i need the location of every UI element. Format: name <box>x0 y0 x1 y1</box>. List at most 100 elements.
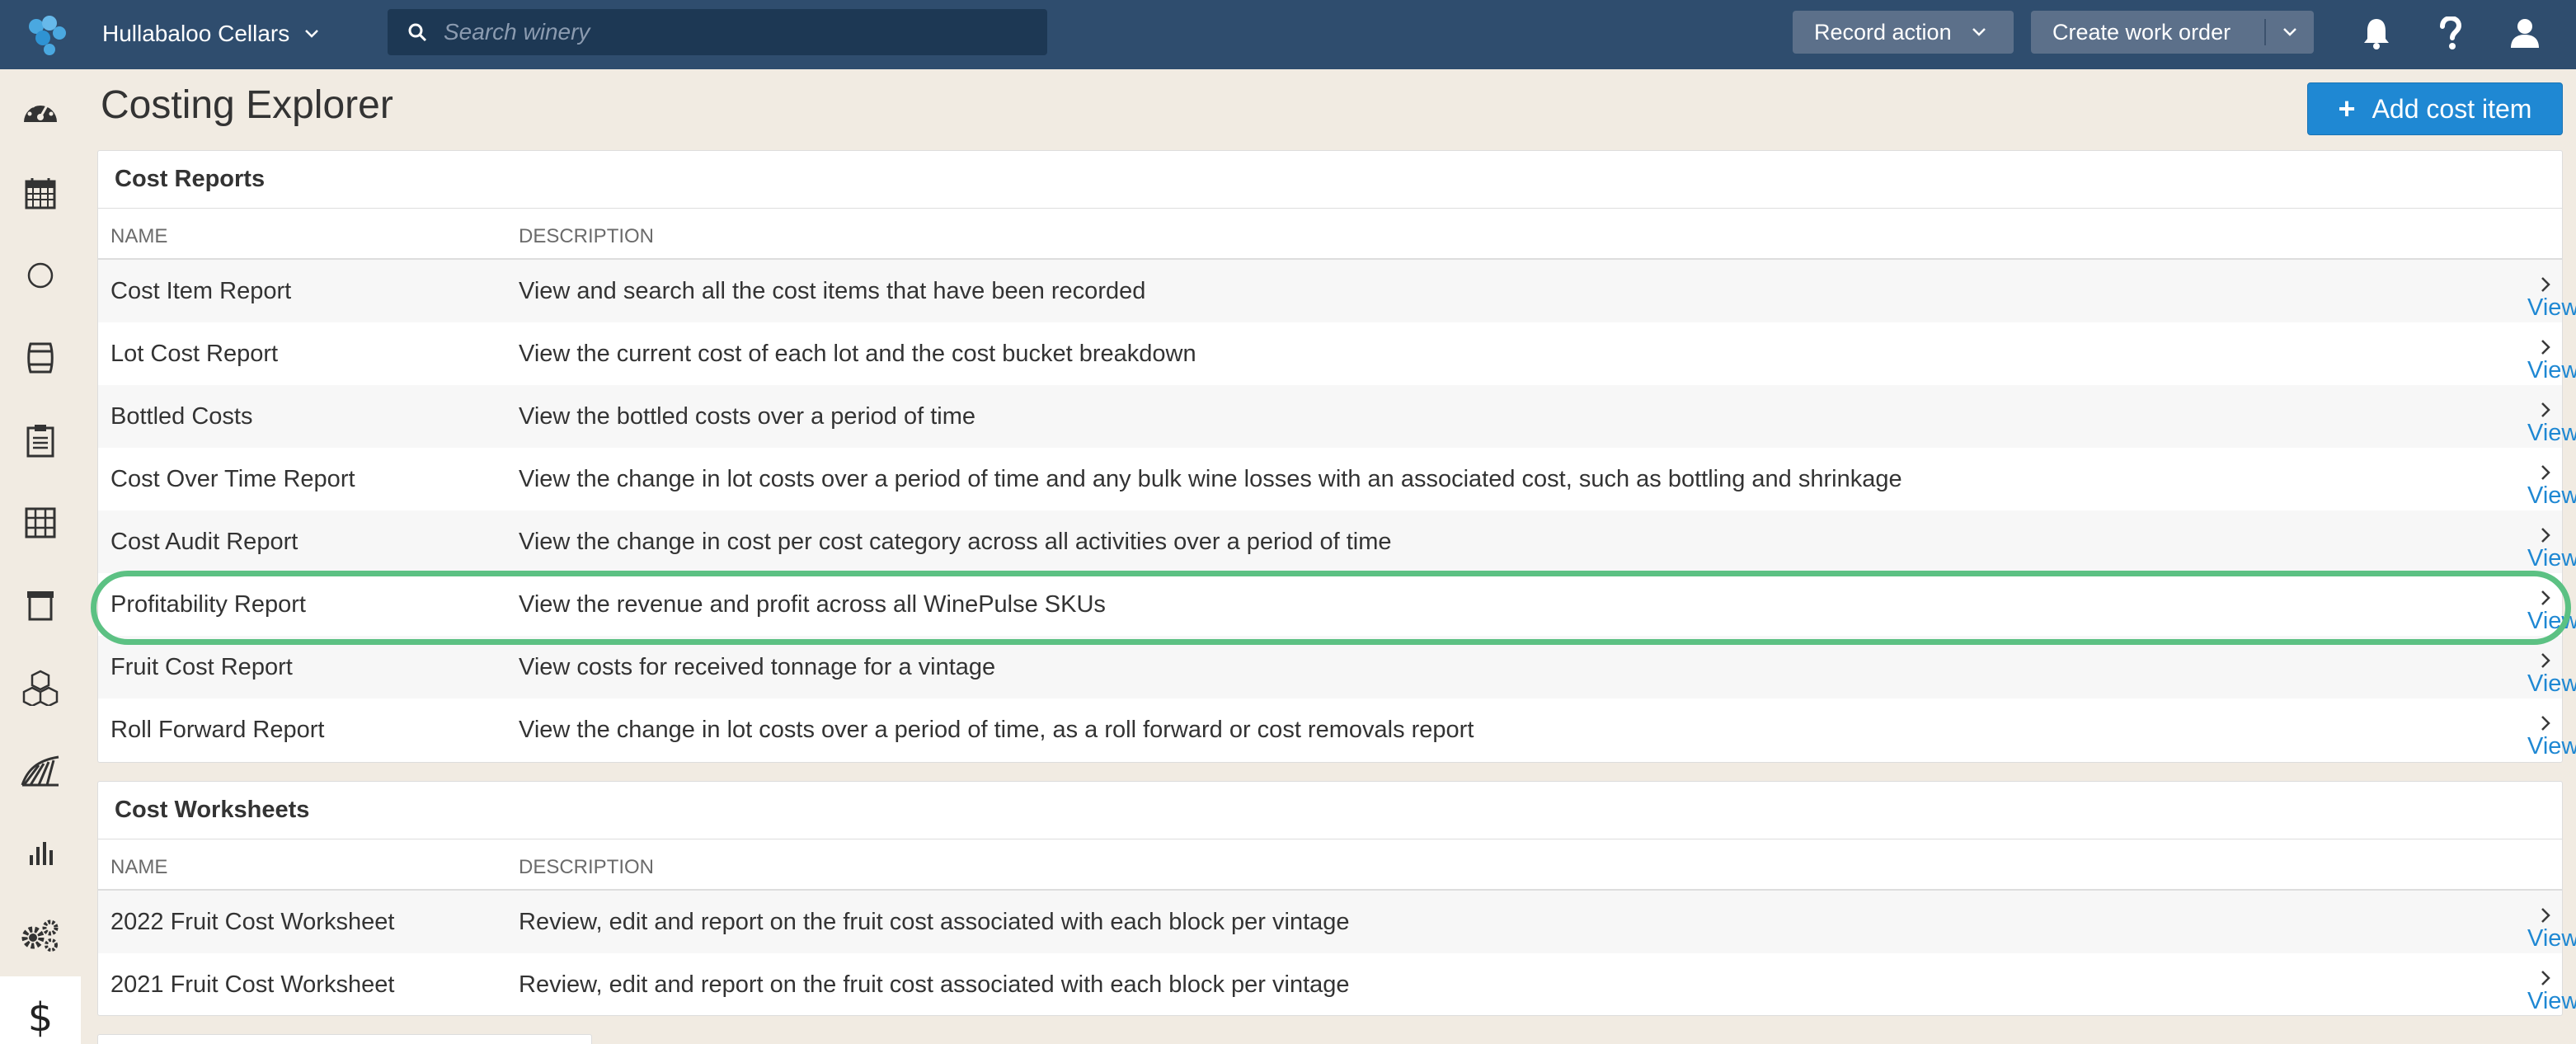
row-description: View the change in lot costs over a peri… <box>519 717 1474 743</box>
search-bar[interactable] <box>388 9 1047 55</box>
row-name: Bottled Costs <box>110 403 253 430</box>
row-description: View and search all the cost items that … <box>519 278 1146 304</box>
row-name: Roll Forward Report <box>110 717 325 743</box>
chevron-right-icon <box>2541 528 2550 543</box>
row-name: Cost Over Time Report <box>110 466 355 492</box>
view-report-label: View Report <box>2527 988 2576 1014</box>
bar-chart-icon <box>30 842 53 865</box>
calendar-icon <box>25 178 56 209</box>
sidebar-item-calendar[interactable] <box>0 152 81 234</box>
table-row[interactable]: Cost Over Time Report View the change in … <box>98 448 2576 510</box>
sidebar-item-clipboard[interactable] <box>0 399 81 482</box>
view-report-link[interactable]: View Report <box>2527 527 2576 571</box>
chevron-down-icon <box>1972 28 1986 36</box>
row-name: Cost Audit Report <box>110 529 298 555</box>
next-panel <box>97 1034 592 1044</box>
column-header-description: DESCRIPTION <box>519 856 655 878</box>
sidebar-item-costing[interactable]: $ <box>0 976 81 1044</box>
panel-title: Cost Reports <box>98 151 2562 209</box>
view-report-link[interactable]: View Report <box>2527 276 2576 321</box>
sidebar-item-settings[interactable] <box>0 894 81 976</box>
chevron-right-icon <box>2541 277 2550 292</box>
table-row[interactable]: 2021 Fruit Cost Worksheet Review, edit an… <box>98 953 2576 1016</box>
row-description: View the current cost of each lot and th… <box>519 341 1196 367</box>
view-report-label: View Report <box>2527 482 2576 509</box>
table-row[interactable]: Lot Cost Report View the current cost of … <box>98 322 2576 385</box>
archive-icon <box>27 591 54 621</box>
table-row[interactable]: Roll Forward Report View the change in lo… <box>98 698 2576 761</box>
sidebar-item-dashboard[interactable] <box>0 69 81 152</box>
view-report-link[interactable]: View Report <box>2527 970 2576 1014</box>
app-logo-icon[interactable] <box>25 13 68 56</box>
row-description: Review, edit and report on the fruit cos… <box>519 971 1350 998</box>
grid-icon <box>25 507 56 538</box>
view-report-link[interactable]: View Report <box>2527 339 2576 383</box>
row-description: View the revenue and profit across all W… <box>519 591 1106 618</box>
clipboard-icon <box>26 425 54 458</box>
circle-icon <box>27 262 54 289</box>
cost-worksheets-panel: Cost Worksheets NAME DESCRIPTION 2022 Fr… <box>97 781 2576 1016</box>
row-name: Lot Cost Report <box>110 341 279 367</box>
view-report-link[interactable]: View Report <box>2527 590 2576 634</box>
view-report-label: View Report <box>2527 925 2576 952</box>
table-row[interactable]: Profitability Report View the revenue and… <box>98 573 2576 636</box>
barrel-icon <box>27 342 54 374</box>
sidebar: $ <box>0 69 81 1044</box>
record-action-button[interactable]: Record action <box>1793 11 2014 54</box>
top-bar: Hullabaloo Cellars Record action Create … <box>0 0 2576 69</box>
view-report-link[interactable]: View Report <box>2527 652 2576 697</box>
sidebar-item-archive[interactable] <box>0 564 81 647</box>
chevron-right-icon <box>2541 402 2550 417</box>
search-input[interactable] <box>444 9 1047 55</box>
row-name: Fruit Cost Report <box>110 654 293 680</box>
winery-selector[interactable]: Hullabaloo Cellars <box>102 15 319 53</box>
chevron-right-icon <box>2541 908 2550 923</box>
view-report-label: View Report <box>2527 608 2576 634</box>
view-report-label: View Report <box>2527 357 2576 383</box>
table-row[interactable]: 2022 Fruit Cost Worksheet Review, edit an… <box>98 891 2576 953</box>
table-row[interactable]: Bottled Costs View the bottled costs over… <box>98 385 2576 448</box>
sidebar-item-cubes[interactable] <box>0 647 81 729</box>
sidebar-item-barrel[interactable] <box>0 317 81 399</box>
chevron-right-icon <box>2541 716 2550 731</box>
chevron-down-icon <box>2283 28 2296 36</box>
view-report-link[interactable]: View Report <box>2527 907 2576 952</box>
chevron-down-icon <box>305 30 319 38</box>
column-header-description: DESCRIPTION <box>519 225 655 247</box>
cost-reports-panel: Cost Reports NAME DESCRIPTION Cost Item … <box>97 150 2576 763</box>
column-header-name: NAME <box>110 225 168 247</box>
table-header: NAME DESCRIPTION <box>98 839 2562 891</box>
dashboard-icon <box>24 100 57 122</box>
row-name: Cost Item Report <box>110 278 292 304</box>
chevron-right-icon <box>2541 590 2550 605</box>
view-report-link[interactable]: View Report <box>2527 402 2576 446</box>
bell-icon[interactable] <box>2358 15 2395 51</box>
user-icon[interactable] <box>2507 15 2543 51</box>
view-report-label: View Report <box>2527 294 2576 321</box>
column-header-name: NAME <box>110 856 168 878</box>
panel-title: Cost Worksheets <box>98 782 2562 839</box>
row-description: View the change in cost per cost categor… <box>519 529 1392 555</box>
row-name: 2021 Fruit Cost Worksheet <box>110 971 395 998</box>
create-work-order-dropdown[interactable] <box>2266 11 2314 54</box>
cubes-icon <box>22 670 59 706</box>
sidebar-item-circle[interactable] <box>0 234 81 317</box>
sidebar-item-grid[interactable] <box>0 482 81 564</box>
sidebar-item-vineyard[interactable] <box>0 729 81 811</box>
chevron-right-icon <box>2541 653 2550 668</box>
sidebar-item-reports[interactable] <box>0 811 81 894</box>
view-report-label: View Report <box>2527 545 2576 571</box>
view-report-label: View Report <box>2527 420 2576 446</box>
table-row[interactable]: Cost Audit Report View the change in cost… <box>98 510 2576 573</box>
help-icon[interactable] <box>2433 15 2469 51</box>
create-work-order-button[interactable]: Create work order <box>2031 11 2314 54</box>
view-report-link[interactable]: View Report <box>2527 464 2576 509</box>
gears-icon <box>21 919 59 952</box>
table-row[interactable]: Cost Item Report View and search all the … <box>98 260 2576 322</box>
view-report-link[interactable]: View Report <box>2527 715 2576 759</box>
page-title: Costing Explorer <box>101 83 393 127</box>
table-row[interactable]: Fruit Cost Report View costs for received… <box>98 636 2576 698</box>
add-cost-item-label: Add cost item <box>2372 93 2532 124</box>
add-cost-item-button[interactable]: + Add cost item <box>2307 82 2563 135</box>
view-report-label: View Report <box>2527 670 2576 697</box>
